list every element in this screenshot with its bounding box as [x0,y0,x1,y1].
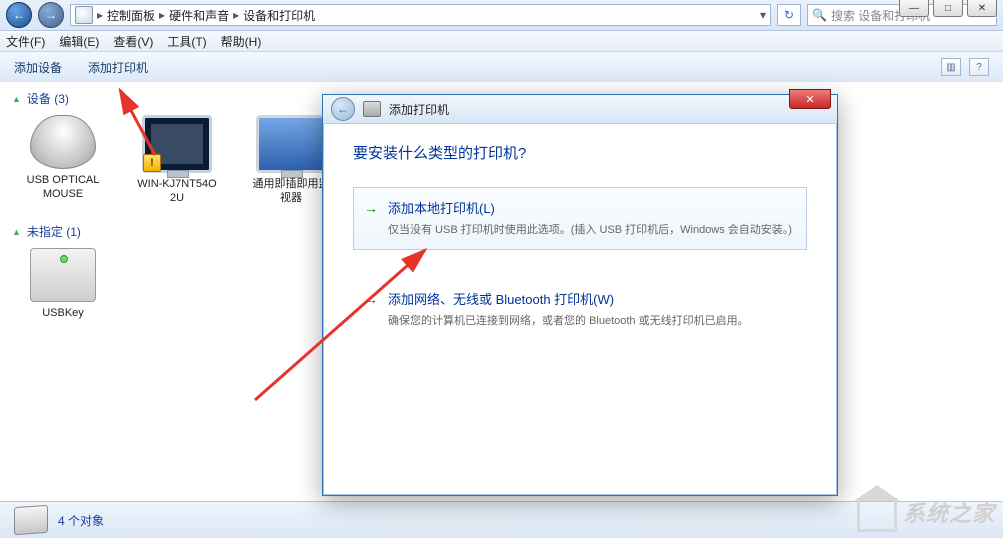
dialog-titlebar: ← 添加打印机 [323,95,837,124]
printer-icon [14,505,48,535]
option-local-printer[interactable]: → 添加本地打印机(L) 仅当没有 USB 打印机时使用此选项。(插入 USB … [353,187,807,250]
breadcrumb-sep-icon: ▸ [97,8,103,22]
dialog-heading: 要安装什么类型的打印机? [353,142,807,163]
add-printer-dialog: ✕ ← 添加打印机 要安装什么类型的打印机? → 添加本地打印机(L) 仅当没有… [322,94,838,496]
option-title: 添加本地打印机(L) [388,198,794,217]
option-desc: 确保您的计算机已连接到网络，或者您的 Bluetooth 或无线打印机已启用。 [388,312,794,328]
breadcrumb-dropdown-icon[interactable]: ▾ [760,8,766,22]
dialog-body: 要安装什么类型的打印机? → 添加本地打印机(L) 仅当没有 USB 打印机时使… [323,124,837,387]
help-button[interactable]: ? [969,58,989,76]
option-desc: 仅当没有 USB 打印机时使用此选项。(插入 USB 打印机后，Windows … [388,221,794,237]
device-item-computer[interactable]: ! WIN-KJ7NT54O 2U [134,115,220,205]
dialog-title: 添加打印机 [389,101,449,118]
arrow-right-icon: → [364,291,378,307]
breadcrumb-l2[interactable]: 设备和打印机 [243,7,315,24]
control-panel-icon [75,6,93,24]
breadcrumb-root[interactable]: 控制面板 [107,7,155,24]
device-label: USBKey [20,306,106,320]
maximize-button[interactable]: □ [933,0,963,17]
monitor-icon [256,115,326,173]
menu-help[interactable]: 帮助(H) [221,33,262,50]
toolbar-right: ▥ ? [941,58,989,76]
group-devices-label: 设备 (3) [27,90,69,107]
device-label: WIN-KJ7NT54O 2U [134,177,220,205]
view-options-button[interactable]: ▥ [941,58,961,76]
computer-icon: ! [142,115,212,173]
menu-edit[interactable]: 编辑(E) [59,33,99,50]
address-bar: ← → ▸ 控制面板 ▸ 硬件和声音 ▸ 设备和打印机 ▾ ↻ 🔍 搜索 设备和… [0,0,1003,31]
status-count: 4 个对象 [58,512,104,529]
collapse-icon: ▲ [12,94,21,104]
search-icon: 🔍 [812,8,827,22]
window-controls: — □ ✕ [899,0,997,17]
breadcrumb[interactable]: ▸ 控制面板 ▸ 硬件和声音 ▸ 设备和打印机 ▾ [70,4,771,26]
device-item-usbkey[interactable]: USBKey [20,248,106,320]
breadcrumb-l1[interactable]: 硬件和声音 [169,7,229,24]
minimize-button[interactable]: — [899,0,929,17]
mouse-icon [30,115,96,169]
menu-file[interactable]: 文件(F) [6,33,45,50]
printer-small-icon [363,101,381,117]
breadcrumb-sep-icon: ▸ [159,8,165,22]
warning-icon: ! [143,154,161,172]
option-network-printer[interactable]: → 添加网络、无线或 Bluetooth 打印机(W) 确保您的计算机已连接到网… [353,278,807,341]
usb-device-icon [30,248,96,302]
option-title: 添加网络、无线或 Bluetooth 打印机(W) [388,289,794,308]
add-device-button[interactable]: 添加设备 [14,59,62,76]
device-item-mouse[interactable]: USB OPTICAL MOUSE [20,115,106,205]
dialog-back-button[interactable]: ← [331,97,355,121]
refresh-button[interactable]: ↻ [777,4,801,26]
arrow-right-icon: → [364,200,378,216]
device-label: USB OPTICAL MOUSE [20,173,106,201]
breadcrumb-sep-icon: ▸ [233,8,239,22]
menu-view[interactable]: 查看(V) [113,33,153,50]
close-button[interactable]: ✕ [967,0,997,17]
nav-back-button[interactable]: ← [6,2,32,28]
toolbar: 添加设备 添加打印机 ▥ ? [0,52,1003,83]
menu-bar: 文件(F) 编辑(E) 查看(V) 工具(T) 帮助(H) [0,31,1003,52]
collapse-icon: ▲ [12,227,21,237]
dialog-close-button[interactable]: ✕ [789,89,831,109]
status-bar: 4 个对象 [0,501,1003,538]
add-printer-button[interactable]: 添加打印机 [88,59,148,76]
group-unspecified-label: 未指定 (1) [27,223,81,240]
menu-tools[interactable]: 工具(T) [167,33,206,50]
nav-forward-button[interactable]: → [38,2,64,28]
